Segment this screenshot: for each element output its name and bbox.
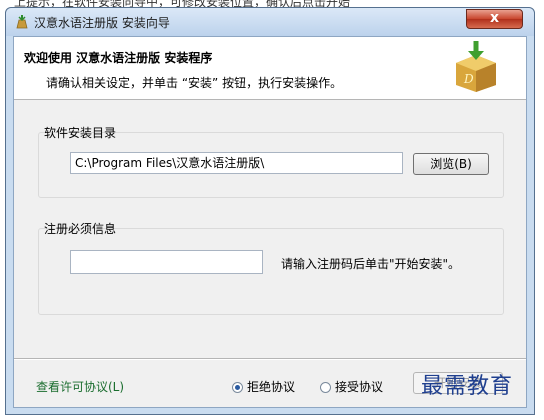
client-area: 欢迎使用 汉意水语注册版 安装程序 请确认相关设定，并单击 “安装” 按钮，执行… bbox=[13, 36, 527, 408]
reject-agreement-radio[interactable]: 拒绝协议 bbox=[232, 378, 295, 395]
caption-text: 上提示，在软件安装向导中，可修改安装位置，确认后点击开始 bbox=[14, 0, 351, 7]
install-dir-label: 软件安装目录 bbox=[44, 126, 117, 140]
package-box-icon: D bbox=[456, 41, 496, 92]
installer-window: 汉意水语注册版 安装向导 x 欢迎使用 汉意水语注册版 安装程序 请确认相关设定… bbox=[5, 7, 535, 415]
reject-label: 拒绝协议 bbox=[247, 380, 296, 394]
welcome-subtitle: 请确认相关设定，并单击 “安装” 按钮，执行安装操作。 bbox=[46, 76, 343, 90]
watermark: 最需教育 bbox=[421, 374, 514, 399]
title-bar[interactable]: 汉意水语注册版 安装向导 x bbox=[6, 8, 534, 36]
welcome-title: 欢迎使用 汉意水语注册版 安装程序 bbox=[24, 51, 213, 65]
footer-divider bbox=[14, 358, 526, 360]
browse-button[interactable]: 浏览(B) bbox=[413, 153, 489, 175]
header-panel: 欢迎使用 汉意水语注册版 安装程序 请确认相关设定，并单击 “安装” 按钮，执行… bbox=[14, 37, 526, 100]
close-button[interactable]: x bbox=[466, 9, 523, 29]
view-license-link[interactable]: 查看许可协议(L) bbox=[36, 378, 124, 395]
svg-text:D: D bbox=[463, 72, 474, 86]
registration-code-input[interactable] bbox=[70, 250, 263, 274]
caption-strip: 上提示，在软件安装向导中，可修改安装位置，确认后点击开始 bbox=[0, 0, 544, 7]
registration-label: 注册必须信息 bbox=[44, 222, 117, 236]
accept-label: 接受协议 bbox=[335, 380, 384, 394]
close-icon: x bbox=[489, 10, 500, 26]
window-title: 汉意水语注册版 安装向导 bbox=[34, 16, 170, 30]
radio-unselected-icon bbox=[320, 382, 331, 393]
radio-selected-icon bbox=[232, 382, 243, 393]
install-path-input[interactable]: C:\Program Files\汉意水语注册版\ bbox=[70, 152, 403, 174]
registration-hint: 请输入注册码后单击"开始安装"。 bbox=[281, 257, 461, 271]
app-icon bbox=[16, 15, 28, 29]
accept-agreement-radio[interactable]: 接受协议 bbox=[320, 378, 383, 395]
